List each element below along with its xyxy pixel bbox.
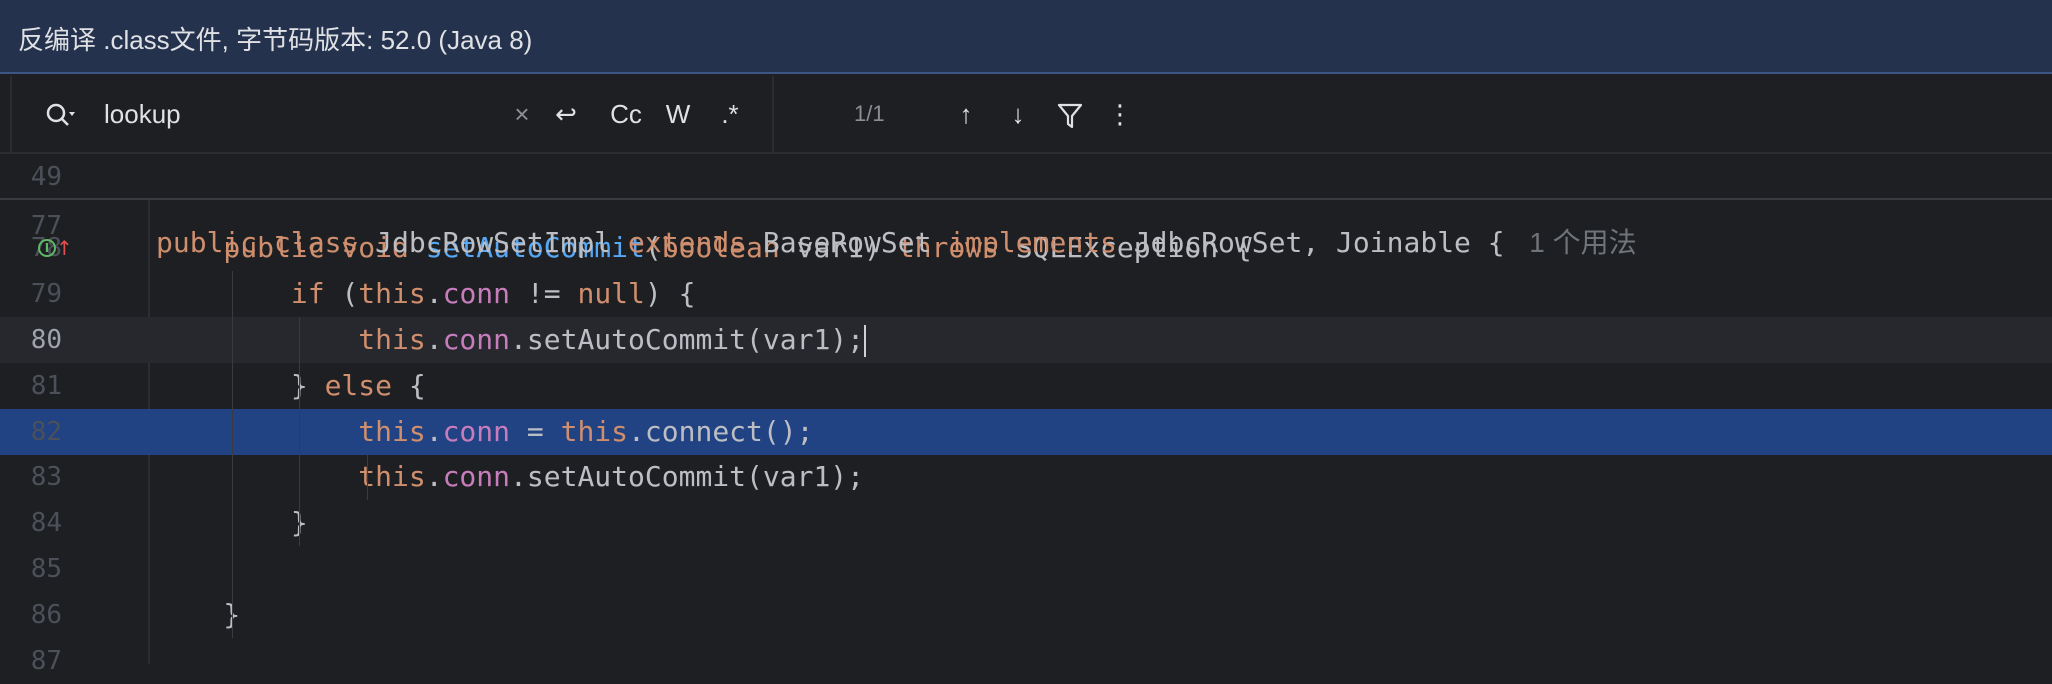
code-line[interactable]: 81 } else { [0, 363, 2052, 409]
code-token: . [425, 277, 443, 310]
banner-text: 反编译 .class文件, 字节码版本: 52.0 (Java 8) [18, 25, 533, 55]
keyword-token: null [577, 277, 645, 310]
previous-match-icon[interactable]: ↑ [950, 94, 982, 134]
field-token: conn [442, 277, 511, 310]
line-number: 49 [30, 162, 62, 192]
indent-guide [367, 455, 368, 500]
keyword-token: public class [156, 226, 376, 259]
code-token: ) { [644, 277, 696, 310]
code-token: .setAutoCommit(var1); [510, 323, 865, 356]
implements-method-icon[interactable]: I [38, 239, 56, 257]
code-token: } [156, 598, 241, 631]
code-line[interactable]: 87 [0, 638, 2052, 684]
code-text: } [156, 592, 240, 638]
usage-count-hint[interactable]: 1 个用法 [1522, 227, 1636, 258]
filter-icon[interactable] [1054, 94, 1086, 134]
code-token: JdbcRowSet, Joinable { [1133, 226, 1522, 259]
line-number: 86 [30, 600, 62, 630]
code-line[interactable]: 83 this.conn.setAutoCommit(var1); [0, 454, 2052, 500]
line-number: 85 [30, 554, 62, 584]
match-case-toggle[interactable]: Cc [604, 94, 648, 134]
match-count: 1/1 [854, 101, 885, 126]
code-token: = [510, 415, 561, 448]
find-bar-divider [10, 76, 12, 152]
regex-toggle[interactable]: .* [712, 94, 748, 134]
code-line[interactable]: 79 if (this.conn != null) { [0, 271, 2052, 317]
code-token: != [510, 277, 578, 310]
search-history-icon[interactable] [40, 94, 80, 134]
code-token: JdbcRowSetImpl [375, 226, 629, 259]
whole-words-toggle[interactable]: W [660, 94, 696, 134]
code-line[interactable]: 86 } [0, 592, 2052, 638]
keyword-token: this [560, 415, 629, 448]
code-token: BaseRowSet [762, 226, 949, 259]
find-bar: lookup × ↩ Cc W .* 1/1 ↑ ↓ ⋮ [0, 76, 2052, 154]
next-match-icon[interactable]: ↓ [1002, 94, 1034, 134]
keyword-token: this [156, 323, 426, 356]
code-line[interactable]: 82 this.conn = this.connect(); [0, 409, 2052, 455]
keyword-token: this [156, 415, 426, 448]
keyword-token: implements [948, 226, 1134, 259]
code-token: { [408, 369, 426, 402]
keyword-token: else [324, 369, 409, 402]
code-text: if (this.conn != null) { [156, 271, 696, 317]
field-token: conn [442, 323, 511, 356]
indent-guide [299, 317, 300, 546]
code-token: . [425, 415, 443, 448]
code-token: . [425, 323, 443, 356]
search-input[interactable]: lookup [104, 94, 181, 134]
go-to-super-arrow-icon[interactable]: ↑ [56, 225, 73, 271]
multiline-toggle-icon[interactable]: ↩ [548, 94, 584, 134]
line-number: 82 [30, 417, 62, 447]
line-number: 84 [30, 508, 62, 538]
code-line[interactable]: 80 this.conn.setAutoCommit(var1); [0, 317, 2052, 363]
code-token: . [425, 460, 443, 493]
code-text: this.conn = this.connect(); [156, 409, 813, 455]
line-number: 80 [30, 325, 62, 355]
keyword-token: if [156, 277, 342, 310]
indent-guide [232, 271, 233, 638]
code-text: this.conn.setAutoCommit(var1); [156, 317, 867, 363]
field-token: conn [442, 415, 511, 448]
code-text: this.conn.setAutoCommit(var1); [156, 454, 864, 500]
line-number: 81 [30, 371, 62, 401]
sticky-code-text: public class JdbcRowSetImpl extends Base… [156, 220, 1637, 266]
clear-search-icon[interactable]: × [506, 94, 538, 134]
field-token: conn [442, 460, 511, 493]
find-bar-divider [772, 76, 774, 152]
code-token: .setAutoCommit(var1); [510, 460, 865, 493]
code-line[interactable]: 84 } [0, 500, 2052, 546]
text-caret [864, 325, 867, 357]
keyword-token: extends [628, 226, 763, 259]
code-text: } else { [156, 363, 426, 409]
code-token: .connect(); [628, 415, 814, 448]
keyword-token: this [156, 460, 426, 493]
line-number: 87 [30, 646, 62, 676]
line-number: 83 [30, 462, 62, 492]
code-line[interactable]: 85 [0, 546, 2052, 592]
code-token: ( [341, 277, 359, 310]
keyword-token: this [358, 277, 426, 310]
sticky-class-header[interactable]: 49 public class JdbcRowSetImpl extends B… [0, 154, 2052, 259]
line-number: 79 [30, 279, 62, 309]
decompiled-notice-banner: 反编译 .class文件, 字节码版本: 52.0 (Java 8) [0, 0, 2052, 74]
more-options-icon[interactable]: ⋮ [1104, 94, 1136, 134]
